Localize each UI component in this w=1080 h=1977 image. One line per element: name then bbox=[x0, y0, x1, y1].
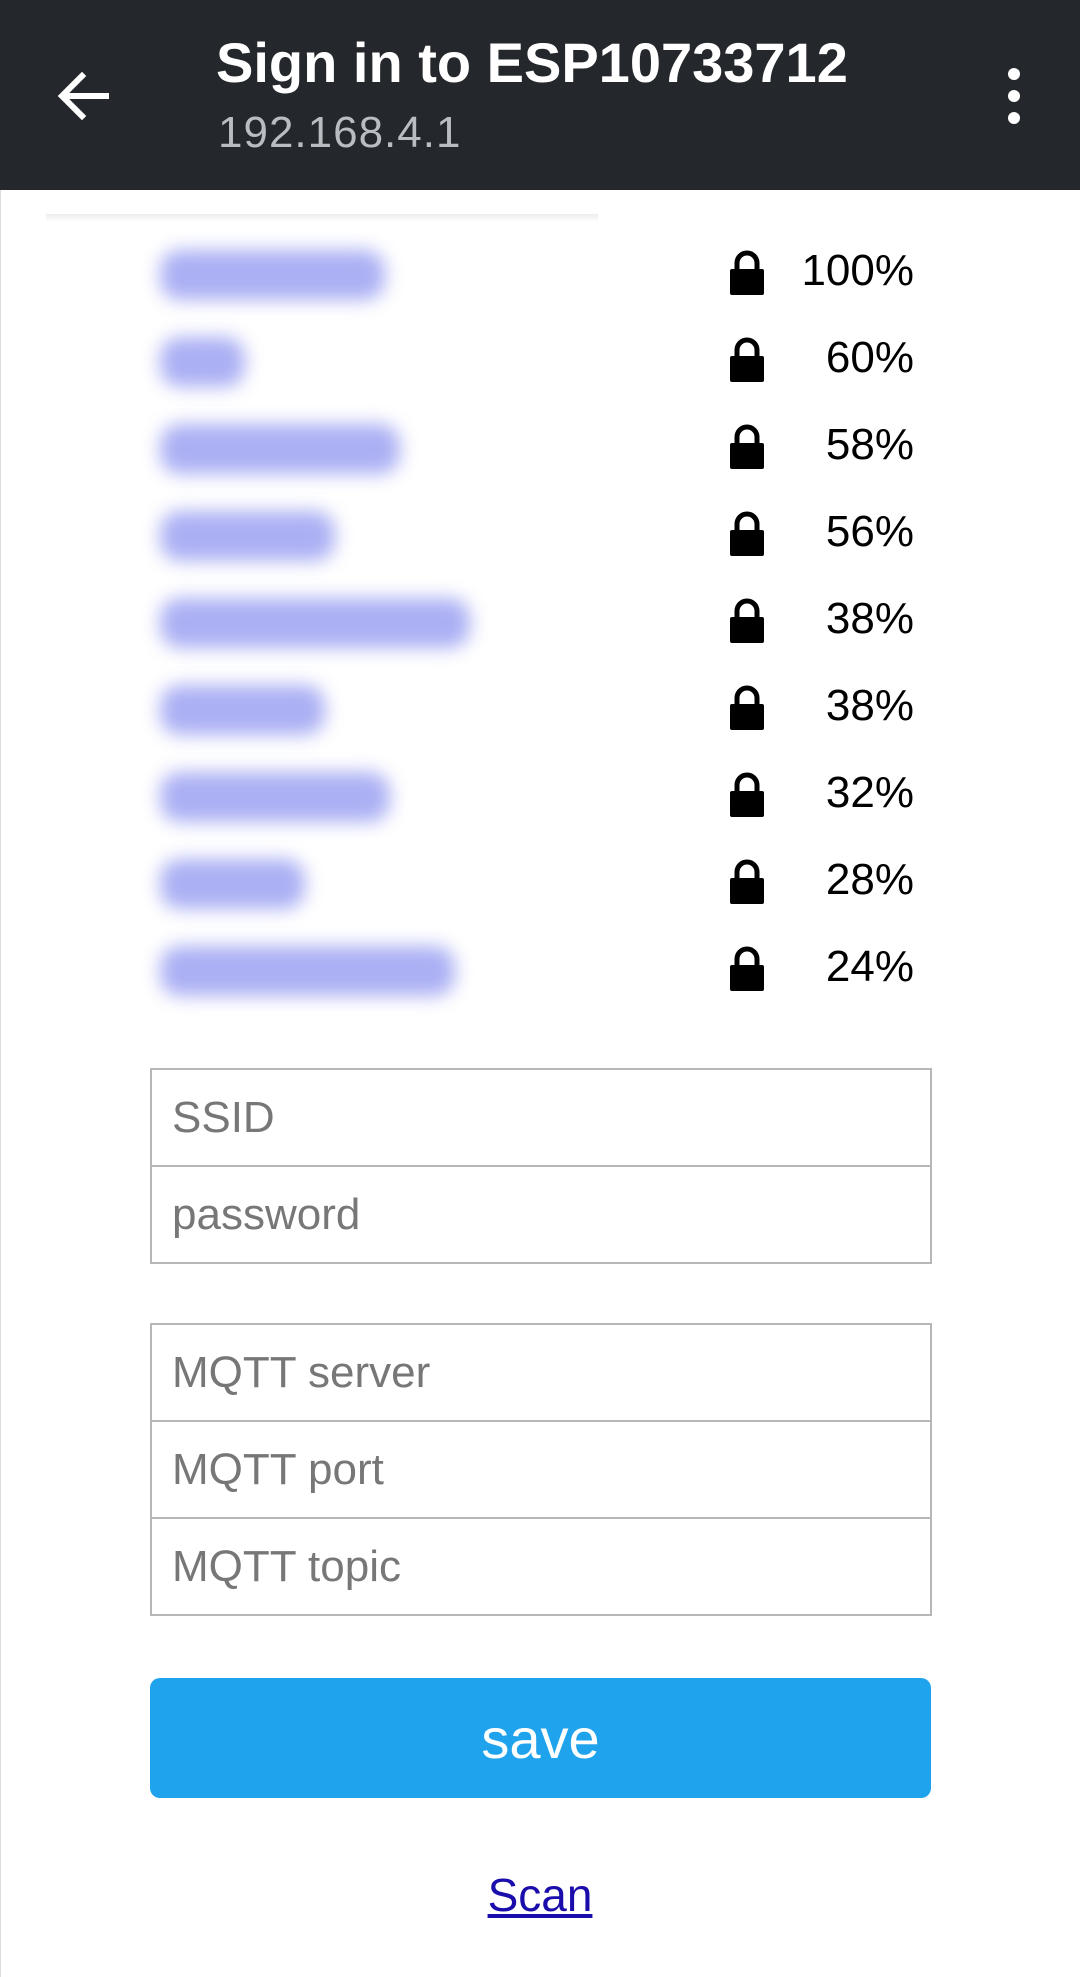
network-name-redacted[interactable] bbox=[160, 859, 305, 909]
signal-strength: 38% bbox=[825, 594, 914, 643]
network-name-redacted[interactable] bbox=[160, 685, 325, 735]
wifi-credentials-group bbox=[150, 1068, 932, 1264]
signal-strength: 56% bbox=[825, 507, 914, 556]
lock-icon bbox=[730, 250, 764, 295]
password-input[interactable] bbox=[150, 1165, 932, 1264]
lock-icon bbox=[730, 337, 764, 382]
scroll-shadow bbox=[46, 214, 598, 222]
network-row[interactable]: 38% bbox=[0, 580, 1080, 667]
save-button[interactable]: save bbox=[150, 1678, 931, 1798]
signal-strength: 58% bbox=[825, 420, 914, 469]
network-row[interactable]: 38% bbox=[0, 667, 1080, 754]
back-button[interactable] bbox=[48, 60, 120, 132]
signal-strength: 24% bbox=[825, 942, 914, 991]
scan-link[interactable]: Scan bbox=[0, 1868, 1080, 1922]
mqtt-settings-group bbox=[150, 1323, 932, 1616]
network-name-redacted[interactable] bbox=[160, 598, 470, 648]
signal-strength: 32% bbox=[825, 768, 914, 817]
signal-strength: 60% bbox=[825, 333, 914, 382]
page-url: 192.168.4.1 bbox=[218, 108, 462, 157]
network-name-redacted[interactable] bbox=[160, 250, 385, 300]
network-row[interactable]: 58% bbox=[0, 406, 1080, 493]
network-row[interactable]: 56% bbox=[0, 493, 1080, 580]
more-vert-icon bbox=[1008, 68, 1020, 124]
mqtt-server-input[interactable] bbox=[150, 1323, 932, 1422]
arrow-left-icon bbox=[57, 71, 109, 121]
network-row[interactable]: 28% bbox=[0, 841, 1080, 928]
lock-icon bbox=[730, 772, 764, 817]
lock-icon bbox=[730, 511, 764, 556]
network-row[interactable]: 60% bbox=[0, 319, 1080, 406]
signal-strength: 38% bbox=[825, 681, 914, 730]
network-name-redacted[interactable] bbox=[160, 772, 390, 822]
lock-icon bbox=[730, 424, 764, 469]
network-name-redacted[interactable] bbox=[160, 946, 455, 996]
lock-icon bbox=[730, 859, 764, 904]
app-bar: Sign in to ESP10733712 192.168.4.1 bbox=[0, 0, 1080, 190]
lock-icon bbox=[730, 946, 764, 991]
network-row[interactable]: 24% bbox=[0, 928, 1080, 1015]
mqtt-port-input[interactable] bbox=[150, 1420, 932, 1519]
signal-strength: 100% bbox=[801, 246, 914, 295]
page-title: Sign in to ESP10733712 bbox=[216, 31, 848, 94]
mqtt-topic-input[interactable] bbox=[150, 1517, 932, 1616]
signal-strength: 28% bbox=[825, 855, 914, 904]
lock-icon bbox=[730, 598, 764, 643]
network-name-redacted[interactable] bbox=[160, 337, 245, 387]
network-name-redacted[interactable] bbox=[160, 424, 400, 474]
ssid-input[interactable] bbox=[150, 1068, 932, 1167]
overflow-menu-button[interactable] bbox=[990, 60, 1038, 132]
lock-icon bbox=[730, 685, 764, 730]
network-row[interactable]: 32% bbox=[0, 754, 1080, 841]
network-name-redacted[interactable] bbox=[160, 511, 335, 561]
network-row[interactable]: 100% bbox=[0, 232, 1080, 319]
